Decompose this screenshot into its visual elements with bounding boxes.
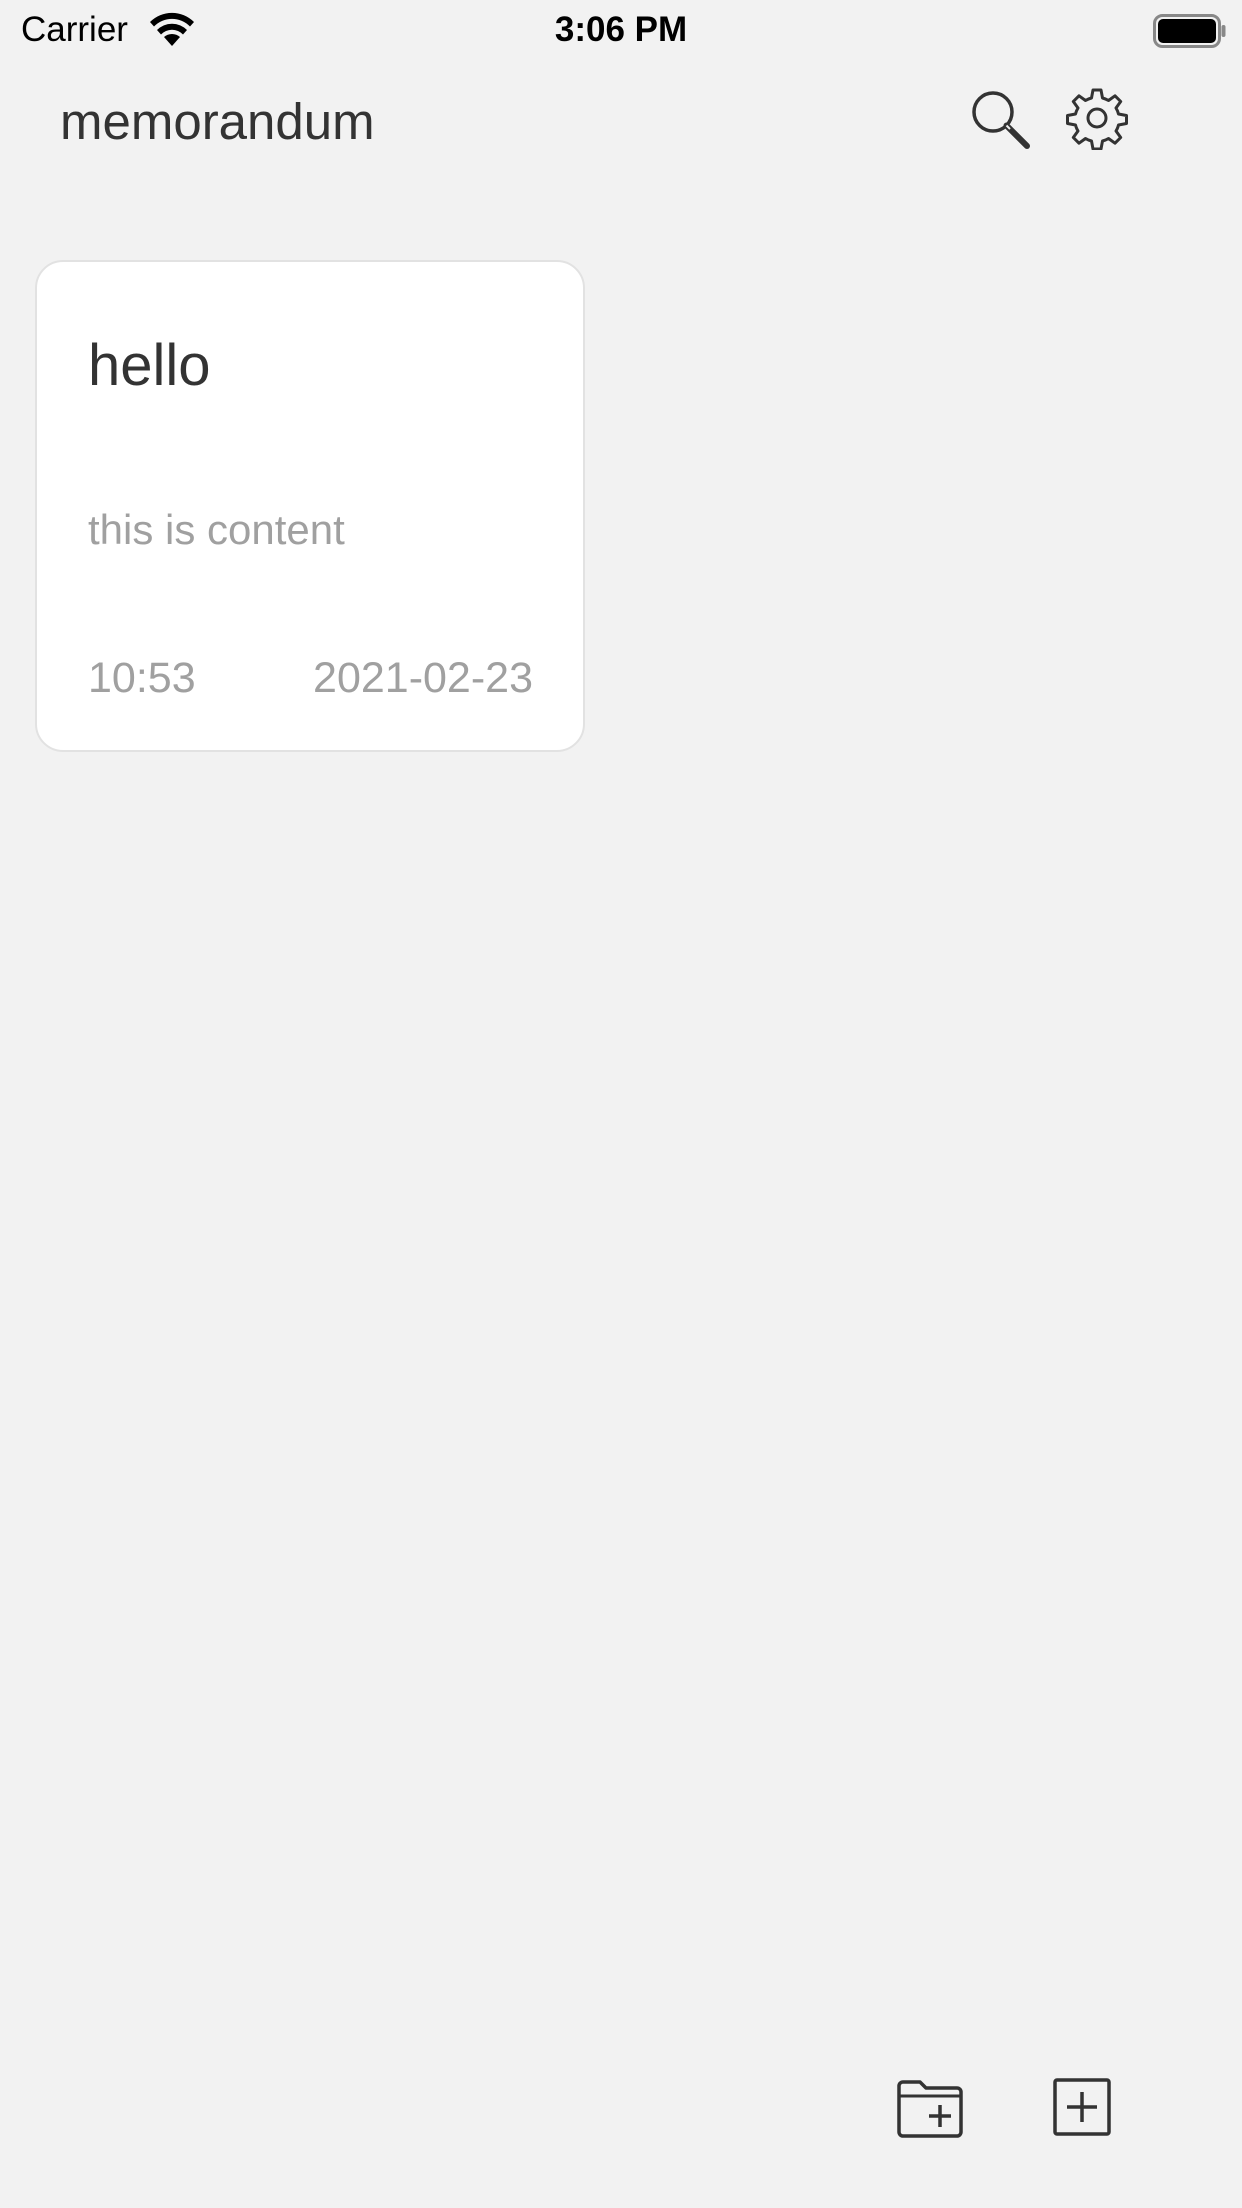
- memo-title: hello: [88, 333, 211, 398]
- new-folder-icon[interactable]: [896, 2078, 964, 2140]
- new-memo-icon[interactable]: [1053, 2078, 1121, 2140]
- memo-date: 2021-02-23: [313, 654, 533, 702]
- memo-card[interactable]: hello this is content 10:53 2021-02-23: [35, 260, 585, 752]
- battery-icon: [1153, 14, 1226, 48]
- gear-icon[interactable]: [1065, 86, 1129, 150]
- status-time: 3:06 PM: [554, 10, 688, 49]
- search-icon[interactable]: [967, 86, 1031, 150]
- memo-time: 10:53: [88, 654, 196, 702]
- page-title: memorandum: [60, 93, 375, 150]
- memo-content: this is content: [88, 506, 345, 553]
- status-bar: Carrier 3:06 PM: [0, 0, 1242, 60]
